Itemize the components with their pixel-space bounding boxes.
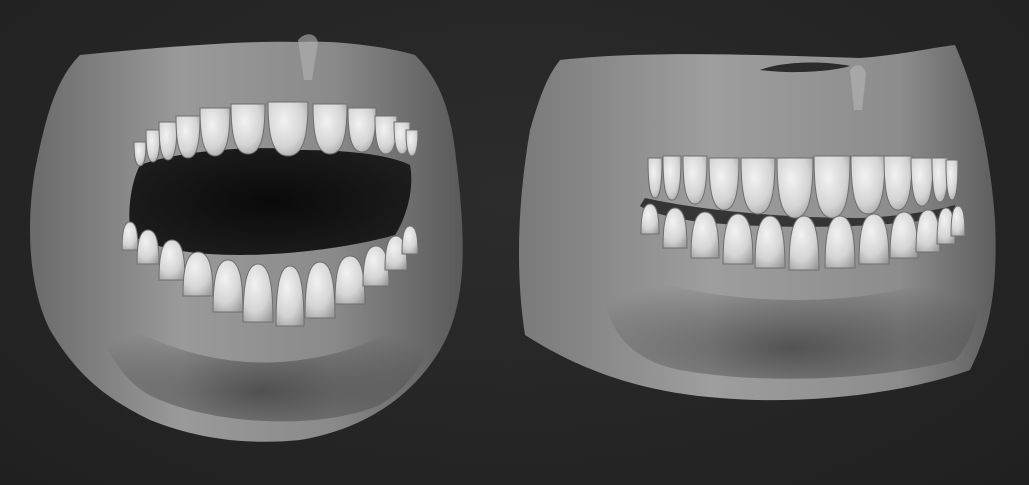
open-mouth-model — [30, 34, 463, 442]
lower-tooth — [640, 203, 660, 235]
upper-tooth — [910, 157, 934, 207]
lower-tooth — [401, 225, 419, 255]
upper-tooth — [405, 129, 419, 157]
sculpt-viewport — [0, 0, 1029, 485]
mouth-cavity — [129, 148, 412, 255]
upper-tooth — [662, 155, 682, 201]
upper-tooth — [133, 141, 147, 167]
closed-mouth-model — [518, 45, 996, 401]
lower-tooth — [121, 221, 139, 251]
lower-tooth — [136, 229, 160, 265]
render-canvas — [30, 34, 996, 442]
lower-tooth — [662, 207, 688, 249]
upper-tooth — [158, 121, 178, 161]
upper-tooth — [647, 157, 663, 199]
